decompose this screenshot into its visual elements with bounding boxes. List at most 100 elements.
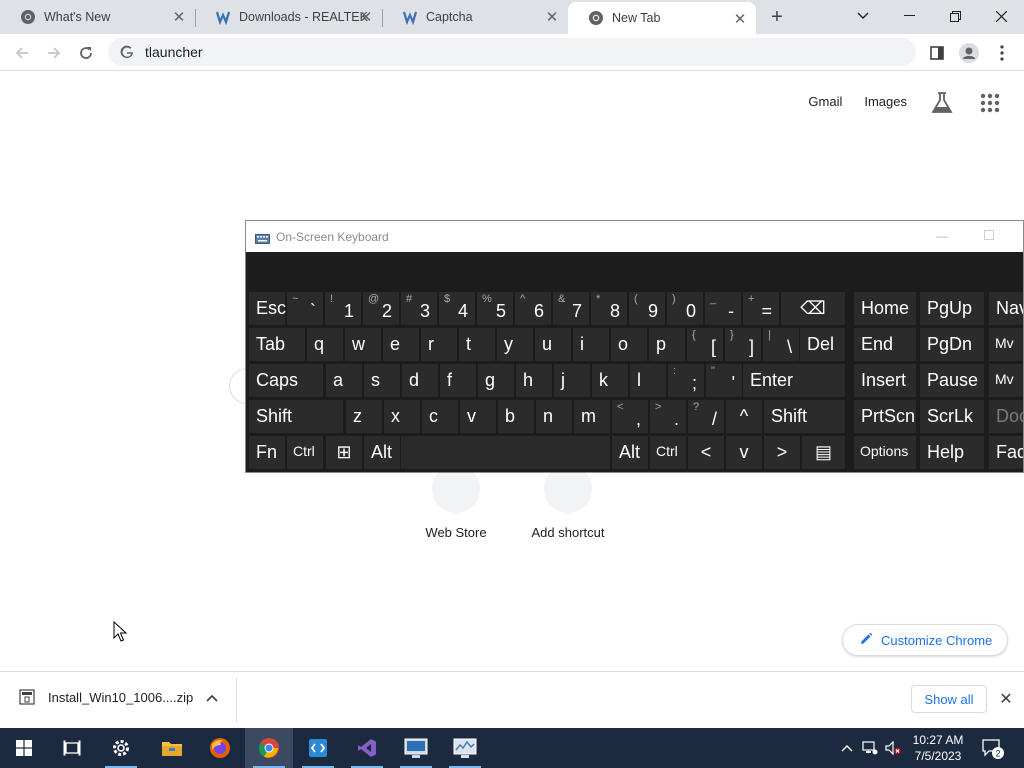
osk-key-scrlk[interactable]: ScrLk [920, 400, 984, 433]
osk-key-a[interactable]: a [326, 364, 362, 397]
menu-kebab-icon[interactable] [989, 40, 1015, 66]
osk-key-fad[interactable]: Fad [989, 436, 1023, 469]
shortcut-add[interactable]: Add shortcut [512, 465, 624, 540]
osk-key-shift[interactable]: Shift [249, 400, 343, 433]
osk-key-1[interactable]: ! 1 [325, 292, 361, 325]
osk-key-windows[interactable]: ⊞ [326, 436, 362, 469]
osk-key-caps[interactable]: Caps [249, 364, 323, 397]
restore-window-icon[interactable] [932, 0, 978, 32]
osk-key-x[interactable]: x [384, 400, 420, 433]
show-all-button[interactable]: Show all [911, 685, 987, 713]
address-bar[interactable]: tlauncher [108, 38, 916, 66]
images-link[interactable]: Images [864, 94, 907, 109]
osk-key-alt[interactable]: Alt [612, 436, 648, 469]
close-shelf-icon[interactable]: ✕ [996, 689, 1016, 709]
osk-key-enter[interactable]: Enter [743, 364, 845, 397]
osk-key-2[interactable]: @2 [363, 292, 399, 325]
osk-key-o[interactable]: o [611, 328, 647, 361]
osk-key-options[interactable]: Options [854, 436, 916, 469]
osk-maximize-icon[interactable] [984, 230, 994, 240]
osk-key-backspace[interactable]: }] [725, 328, 761, 361]
osk-key-y[interactable]: y [497, 328, 533, 361]
osk-key-left-arrow[interactable]: < [688, 436, 724, 469]
osk-key-context-menu[interactable]: ▤ [802, 436, 845, 469]
firefox-icon[interactable] [196, 728, 244, 768]
osk-key-space[interactable] [401, 436, 610, 469]
osk-key-prtscn[interactable]: PrtScn [854, 400, 916, 433]
task-view-icon[interactable] [48, 728, 96, 768]
osk-key-6[interactable]: ^ 6 [515, 292, 551, 325]
minimize-window-icon[interactable] [886, 0, 932, 32]
osk-key-e[interactable]: e [383, 328, 419, 361]
osk-key-del[interactable]: Del [800, 328, 845, 361]
osk-key-pgup[interactable]: PgUp [920, 292, 984, 325]
osk-key-j[interactable]: j [554, 364, 590, 397]
osk-key-backspace[interactable]: | \ [763, 328, 799, 361]
osk-key-backspace[interactable]: {[ [687, 328, 723, 361]
osk-key-tab[interactable]: Tab [249, 328, 305, 361]
osk-title-bar[interactable]: On-Screen Keyboard — [246, 221, 1023, 252]
osk-key-n[interactable]: n [536, 400, 572, 433]
osk-key-b[interactable]: b [498, 400, 534, 433]
remote-desktop-icon[interactable] [392, 728, 440, 768]
osk-minimize-icon[interactable]: — [932, 227, 952, 245]
volume-muted-icon[interactable] [885, 740, 901, 756]
osk-key-alt[interactable]: Alt [364, 436, 400, 469]
osk-key-w[interactable]: w [345, 328, 381, 361]
osk-key-shift[interactable]: Shift [764, 400, 845, 433]
osk-key-z[interactable]: z [346, 400, 382, 433]
osk-key-backspace[interactable]: + = [743, 292, 779, 325]
shortcut-web-store[interactable]: Web Store [400, 465, 512, 540]
google-apps-icon[interactable] [980, 93, 1000, 113]
osk-key-h[interactable]: h [516, 364, 552, 397]
download-item[interactable]: Install_Win10_1006....zip [18, 688, 193, 706]
osk-key-0[interactable]: ) 0 [667, 292, 703, 325]
osk-key-c[interactable]: c [422, 400, 458, 433]
osk-key-nav[interactable]: Nav [989, 292, 1023, 325]
notification-center-icon[interactable]: 2 [980, 736, 1004, 760]
tab-new-tab[interactable]: New Tab ✕ [568, 2, 756, 34]
osk-key-home[interactable]: Home [854, 292, 916, 325]
osk-key-end[interactable]: End [854, 328, 916, 361]
osk-key-ctrl[interactable]: Ctrl [650, 436, 686, 469]
osk-key-7[interactable]: & 7 [553, 292, 589, 325]
osk-key-r[interactable]: r [421, 328, 457, 361]
chevron-up-icon[interactable] [204, 690, 220, 706]
osk-key-d[interactable]: d [402, 364, 438, 397]
osk-key-backspace[interactable]: <, [612, 400, 648, 433]
osk-key-backspace[interactable]: _ - [705, 292, 741, 325]
osk-key-esc[interactable]: Esc [249, 292, 286, 325]
osk-key-3[interactable]: #3 [401, 292, 437, 325]
reload-button[interactable] [73, 40, 99, 66]
osk-key-5[interactable]: % 5 [477, 292, 513, 325]
osk-key-k[interactable]: k [592, 364, 628, 397]
chrome-taskbar-icon[interactable] [245, 728, 293, 768]
osk-key-backspace[interactable]: :; [668, 364, 704, 397]
osk-key-q[interactable]: q [307, 328, 343, 361]
close-tab-icon[interactable]: ✕ [732, 11, 748, 28]
forward-button[interactable] [41, 40, 67, 66]
close-tab-icon[interactable]: ✕ [358, 9, 374, 26]
osk-key-backspace[interactable]: ? / [688, 400, 724, 433]
labs-flask-icon[interactable] [929, 90, 955, 116]
osk-key-f[interactable]: f [440, 364, 476, 397]
osk-key-insert[interactable]: Insert [854, 364, 916, 397]
vs-code-icon[interactable] [294, 728, 342, 768]
osk-key-fn[interactable]: Fn [249, 436, 285, 469]
osk-key-v[interactable]: v [460, 400, 496, 433]
visual-studio-icon[interactable] [343, 728, 391, 768]
osk-key-backspace[interactable]: >. [650, 400, 686, 433]
osk-key-8[interactable]: * 8 [591, 292, 627, 325]
file-explorer-icon[interactable] [148, 728, 196, 768]
osk-key-i[interactable]: i [573, 328, 609, 361]
osk-key-p[interactable]: p [649, 328, 685, 361]
osk-key-pgdn[interactable]: PgDn [920, 328, 984, 361]
close-tab-icon[interactable]: ✕ [544, 9, 560, 26]
osk-key-4[interactable]: $4 [439, 292, 475, 325]
osk-key-g[interactable]: g [478, 364, 514, 397]
osk-key-l[interactable]: l [630, 364, 666, 397]
osk-key-ctrl[interactable]: Ctrl [287, 436, 323, 469]
network-icon[interactable] [862, 740, 878, 756]
osk-key-u[interactable]: u [535, 328, 571, 361]
osk-key-m[interactable]: m [574, 400, 610, 433]
